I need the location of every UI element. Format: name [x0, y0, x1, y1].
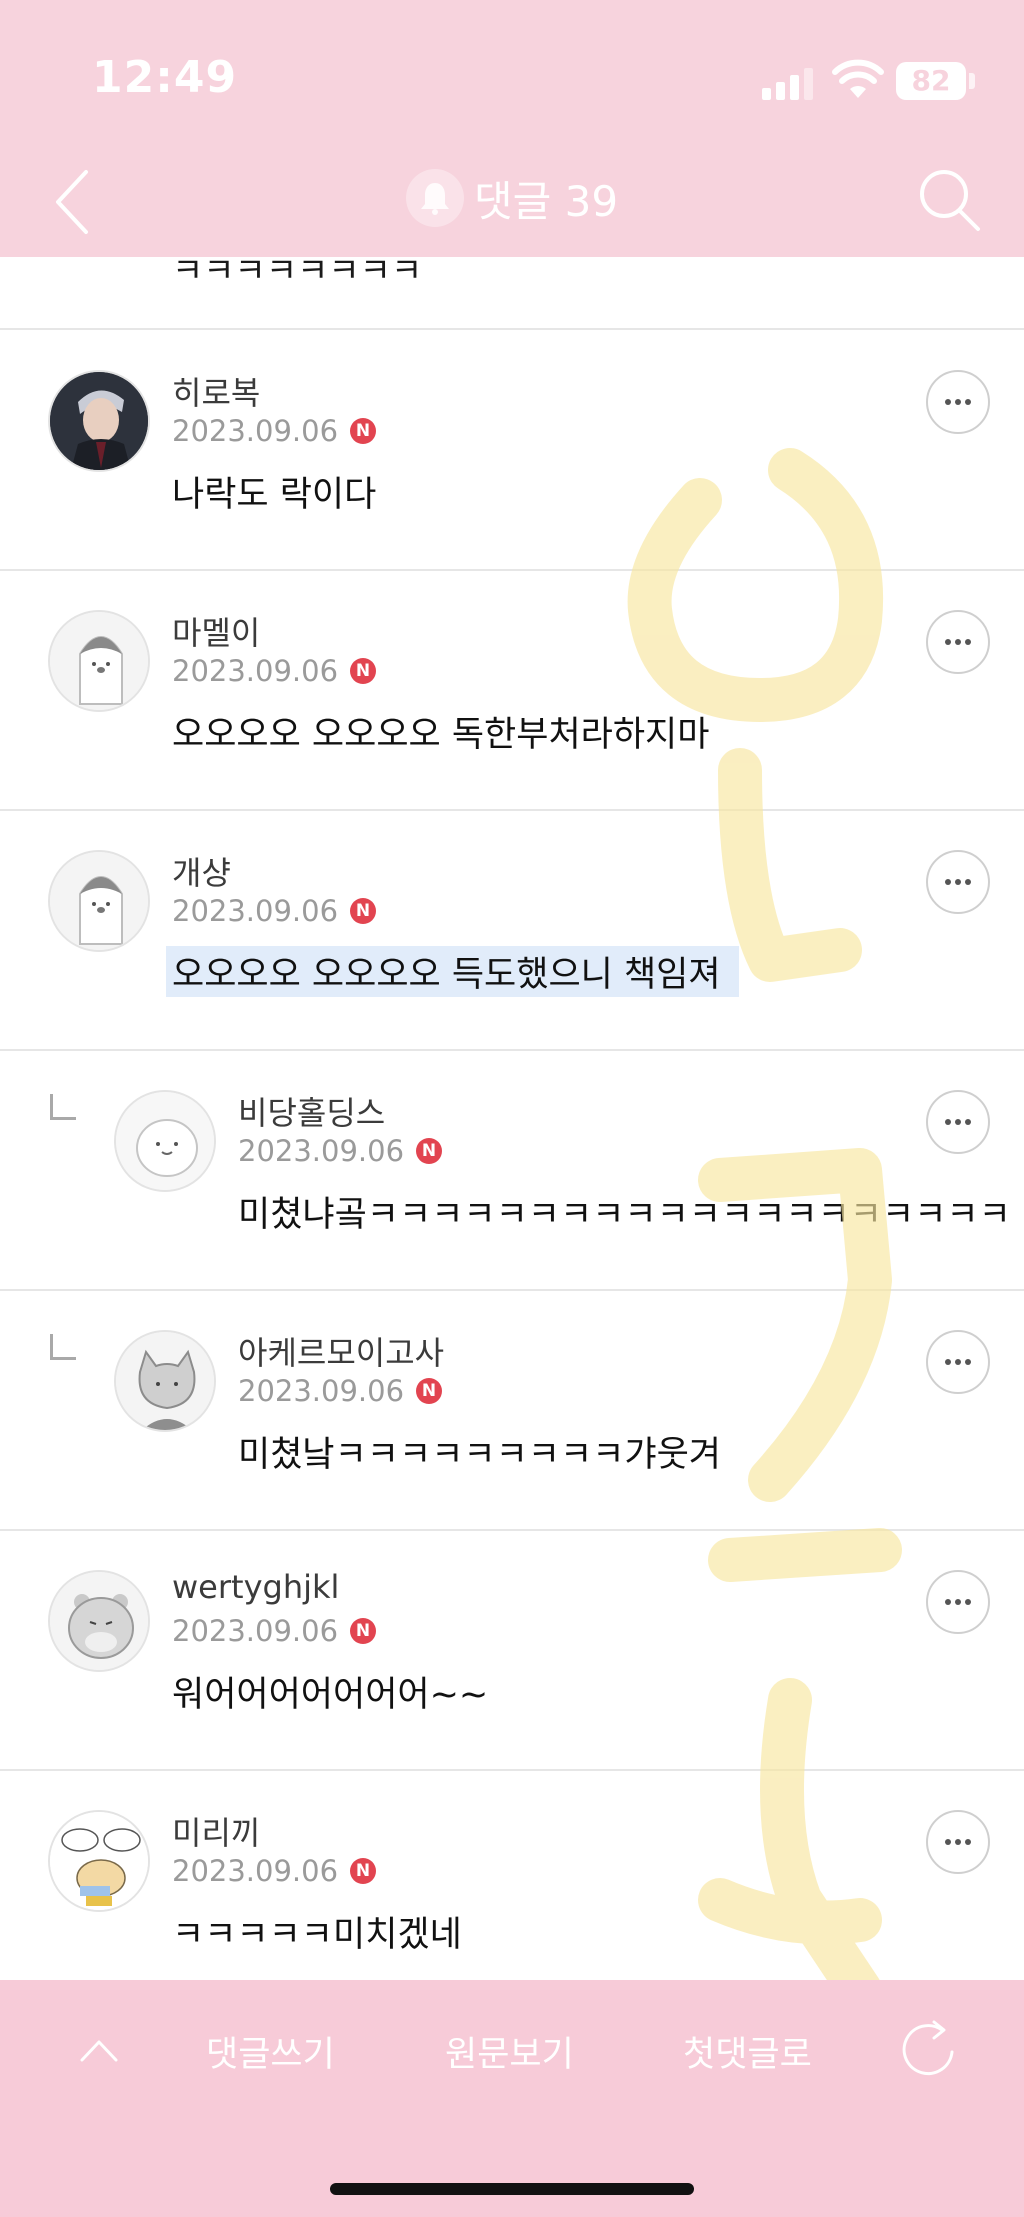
ellipsis-icon: [945, 639, 971, 645]
comment-text: 워어어어어어어어~~: [172, 1675, 489, 1715]
battery-nub: [969, 73, 975, 89]
comment-date: 2023.09.06: [172, 894, 339, 928]
reply-indicator-icon: [50, 1334, 76, 1360]
comment-author[interactable]: wertyghjkl: [172, 1568, 339, 1606]
new-badge: N: [350, 658, 377, 684]
comment-text-partial: ㅋㅋㅋㅋㅋㅋㅋㅋ: [172, 257, 423, 291]
avatar[interactable]: [48, 850, 150, 952]
comment-date: 2023.09.06: [238, 1134, 405, 1168]
app-header: 12:49 82 댓글 39: [0, 0, 1024, 257]
comment-author[interactable]: 아케르모이고사: [238, 1328, 444, 1374]
comment-author[interactable]: 히로복: [172, 368, 260, 414]
comment-author[interactable]: 비당홀딩스: [238, 1088, 385, 1134]
comment-meta: 2023.09.06 N: [172, 894, 377, 928]
comment-date: 2023.09.06: [238, 1374, 405, 1408]
comment-list[interactable]: ㅋㅋㅋㅋㅋㅋㅋㅋ 히로복 2023.09.06 N 나락도 락이다 마멜이 20…: [0, 257, 1024, 1980]
first-comment-button[interactable]: 첫댓글로: [683, 2026, 812, 2077]
battery-level: 82: [911, 64, 951, 97]
scroll-up-icon[interactable]: [76, 2030, 122, 2070]
nav-bar: 댓글 39: [0, 150, 1024, 257]
write-comment-button[interactable]: 댓글쓰기: [206, 2026, 335, 2077]
ellipsis-icon: [945, 1119, 971, 1125]
new-badge: N: [416, 1378, 443, 1404]
comment-item: 히로복 2023.09.06 N 나락도 락이다: [0, 330, 1024, 570]
comment-meta: 2023.09.06 N: [172, 1854, 377, 1888]
comment-item: 개샹 2023.09.06 N 오오오오 오오오오 득도했으니 책임져: [0, 810, 1024, 1050]
comment-date: 2023.09.06: [172, 654, 339, 688]
refresh-icon[interactable]: [898, 2016, 958, 2080]
comment-date: 2023.09.06: [172, 1614, 339, 1648]
comment-text: 미쳤낰ㅋㅋㅋㅋㅋㅋㅋㅋㅋ갸웃겨: [238, 1435, 722, 1475]
new-badge: N: [350, 418, 377, 444]
status-time: 12:49: [92, 52, 238, 103]
comment-meta: 2023.09.06 N: [172, 414, 377, 448]
ellipsis-icon: [945, 1359, 971, 1365]
comment-item: 마멜이 2023.09.06 N 오오오오 오오오오 독한부처라하지마: [0, 570, 1024, 810]
comment-text: 오오오오 오오오오 독한부처라하지마: [172, 715, 710, 755]
more-options-button[interactable]: [926, 610, 990, 674]
ellipsis-icon: [945, 879, 971, 885]
home-indicator[interactable]: [330, 2183, 694, 2195]
new-badge: N: [350, 1858, 377, 1884]
ellipsis-icon: [945, 1599, 971, 1605]
avatar[interactable]: [48, 1570, 150, 1672]
avatar[interactable]: [48, 610, 150, 712]
comment-meta: 2023.09.06 N: [238, 1134, 443, 1168]
comment-meta: 2023.09.06 N: [172, 654, 377, 688]
comment-date: 2023.09.06: [172, 414, 339, 448]
new-badge: N: [416, 1138, 443, 1164]
reply-indicator-icon: [50, 1094, 76, 1120]
comment-text: ㅋㅋㅋㅋㅋ미치겠네: [172, 1915, 462, 1955]
ellipsis-icon: [945, 399, 971, 405]
reply-item: 아케르모이고사 2023.09.06 N 미쳤낰ㅋㅋㅋㅋㅋㅋㅋㅋㅋ갸웃겨: [0, 1290, 1024, 1530]
more-options-button[interactable]: [926, 1090, 990, 1154]
back-arrow-icon[interactable]: [46, 162, 106, 242]
more-options-button[interactable]: [926, 1810, 990, 1874]
avatar[interactable]: [48, 370, 150, 472]
comment-meta: 2023.09.06 N: [172, 1614, 377, 1648]
new-badge: N: [350, 1618, 377, 1644]
avatar[interactable]: [114, 1090, 216, 1192]
nav-title-group: 댓글 39: [406, 168, 618, 228]
cellular-signal-icon: [762, 68, 814, 100]
battery-icon: 82: [896, 62, 966, 100]
ellipsis-icon: [945, 1839, 971, 1845]
comment-text: 오오오오 오오오오 득도했으니 책임져: [166, 946, 739, 997]
status-bar: 12:49 82: [0, 0, 1024, 150]
bottom-toolbar: 댓글쓰기 원문보기 첫댓글로: [0, 1980, 1024, 2217]
comment-item: wertyghjkl 2023.09.06 N 워어어어어어어어~~: [0, 1530, 1024, 1770]
comment-text: 나락도 락이다: [172, 475, 377, 515]
comment-text: 미쳤냐곸ㅋㅋㅋㅋㅋㅋㅋㅋㅋㅋㅋㅋㅋㅋㅋㅋㅋㅋㅋㅋ: [238, 1195, 1011, 1235]
more-options-button[interactable]: [926, 370, 990, 434]
bell-icon[interactable]: [406, 169, 464, 227]
more-options-button[interactable]: [926, 1330, 990, 1394]
comment-meta: 2023.09.06 N: [238, 1374, 443, 1408]
comment-date: 2023.09.06: [172, 1854, 339, 1888]
avatar[interactable]: [48, 1810, 150, 1912]
search-icon[interactable]: [914, 164, 984, 236]
comment-author[interactable]: 미리끼: [172, 1808, 260, 1854]
comment-author[interactable]: 마멜이: [172, 608, 260, 654]
more-options-button[interactable]: [926, 1570, 990, 1634]
avatar[interactable]: [114, 1330, 216, 1432]
more-options-button[interactable]: [926, 850, 990, 914]
new-badge: N: [350, 898, 377, 924]
comment-item: 미리끼 2023.09.06 N ㅋㅋㅋㅋㅋ미치겠네: [0, 1770, 1024, 1980]
reply-item: 비당홀딩스 2023.09.06 N 미쳤냐곸ㅋㅋㅋㅋㅋㅋㅋㅋㅋㅋㅋㅋㅋㅋㅋㅋㅋ…: [0, 1050, 1024, 1290]
comment-author[interactable]: 개샹: [172, 848, 231, 894]
view-original-button[interactable]: 원문보기: [445, 2026, 574, 2077]
page-title: 댓글 39: [474, 176, 619, 226]
wifi-icon: [832, 59, 884, 98]
